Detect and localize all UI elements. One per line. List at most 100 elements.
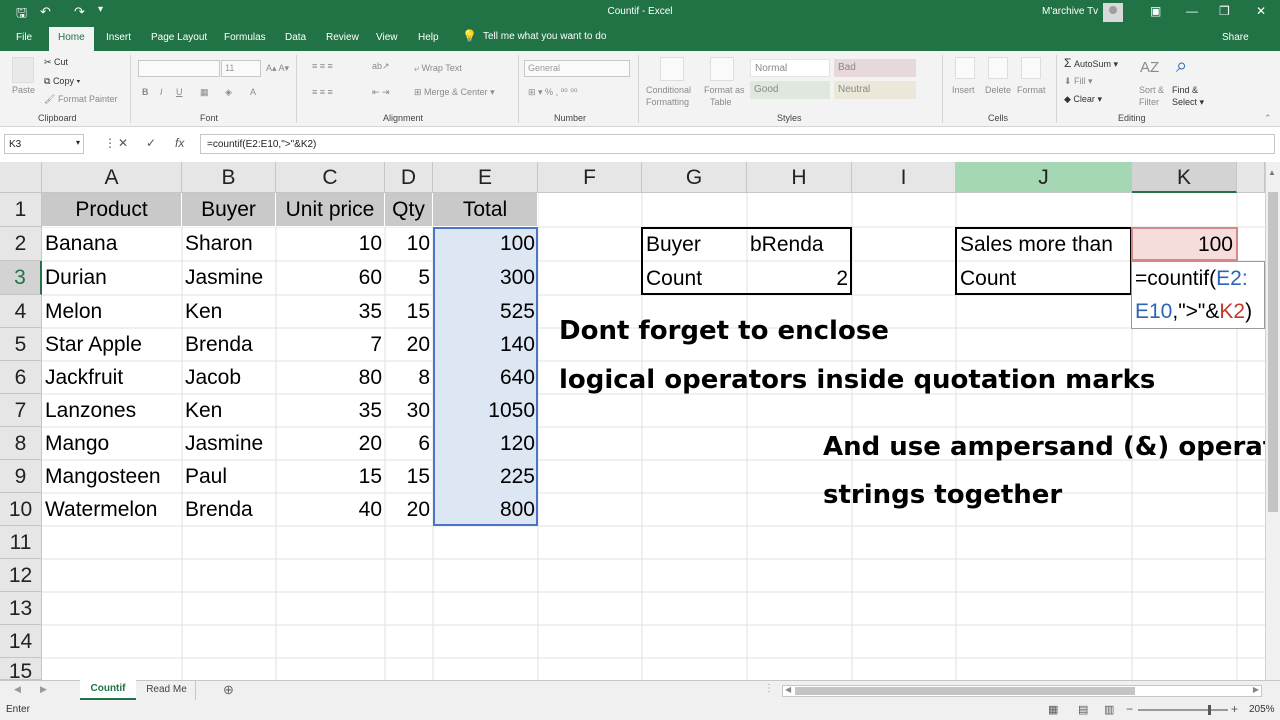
table-cell[interactable]: Paul [182, 460, 276, 493]
font-color-icon[interactable]: A [250, 87, 256, 97]
column-header[interactable]: H [747, 162, 852, 193]
row-header[interactable]: 1 [0, 193, 42, 227]
table-cell[interactable]: 60 [276, 261, 385, 295]
column-header[interactable]: I [852, 162, 956, 193]
sheet-prev-icon[interactable]: ◀ [14, 684, 21, 695]
format-as-table-button[interactable]: Format as [704, 85, 745, 95]
table-cell[interactable]: Ken [182, 295, 276, 328]
row-header[interactable]: 4 [0, 295, 42, 328]
row-header-active[interactable]: 3 [0, 261, 42, 295]
column-header[interactable]: C [276, 162, 385, 193]
wrap-text-button[interactable]: ⤶ Wrap Text [414, 63, 462, 74]
copy-button[interactable]: ⧉ Copy ▾ [44, 76, 80, 87]
column-header[interactable]: B [182, 162, 276, 193]
scrollbar-thumb[interactable] [1268, 192, 1278, 512]
table-cell[interactable]: 7 [276, 328, 385, 361]
tab-data[interactable]: Data [285, 32, 306, 43]
indent-icon[interactable]: ⇤ ⇥ [372, 87, 390, 98]
style-good[interactable]: Good [750, 81, 830, 99]
total-cell[interactable]: 300 [433, 261, 538, 295]
merge-center-button[interactable]: ⊞ Merge & Center ▾ [414, 87, 495, 98]
vertical-scrollbar[interactable]: ▲ [1265, 162, 1280, 680]
total-cell[interactable]: 640 [433, 361, 538, 394]
column-header[interactable]: A [42, 162, 182, 193]
avatar[interactable] [1103, 3, 1123, 22]
find-select-button[interactable]: Find & [1172, 85, 1198, 95]
orientation-icon[interactable]: ab↗ [372, 61, 390, 72]
table-cell[interactable]: Mangosteen [42, 460, 182, 493]
row-header[interactable]: 15 [0, 658, 42, 680]
share-button[interactable]: Share [1222, 32, 1249, 43]
tab-file[interactable]: File [16, 32, 32, 43]
select-all-corner[interactable] [0, 162, 42, 193]
zoom-slider-thumb[interactable] [1208, 705, 1211, 715]
table-cell[interactable]: 20 [385, 493, 433, 526]
scroll-left-icon[interactable]: ◀ [785, 685, 791, 694]
table-header-cell[interactable]: Total [433, 193, 538, 227]
row-header[interactable]: 7 [0, 394, 42, 427]
sheet-next-icon[interactable]: ▶ [40, 684, 47, 695]
tab-view[interactable]: View [376, 32, 398, 43]
total-cell[interactable]: 140 [433, 328, 538, 361]
tab-review[interactable]: Review [326, 32, 359, 43]
table-cell[interactable]: Banana [42, 227, 182, 261]
zoom-slider[interactable] [1138, 705, 1228, 715]
table-cell[interactable]: 35 [276, 295, 385, 328]
user-name[interactable]: M'archive Tv [1042, 6, 1098, 17]
style-bad[interactable]: Bad [834, 59, 916, 77]
italic-button[interactable]: I [160, 87, 163, 97]
sales-value-cell[interactable]: 100 [1133, 227, 1236, 261]
tab-insert[interactable]: Insert [106, 32, 131, 43]
active-cell-editor[interactable]: =countif(E2: E10,">"&K2) [1131, 261, 1265, 329]
clear-button[interactable]: ◆ Clear ▾ [1064, 94, 1102, 105]
tab-formulas[interactable]: Formulas [224, 32, 266, 43]
maximize-icon[interactable]: ❐ [1219, 4, 1230, 18]
insert-cells-icon[interactable] [955, 57, 975, 79]
tell-me-search[interactable]: Tell me what you want to do [483, 31, 606, 42]
table-cell[interactable]: 6 [385, 427, 433, 460]
row-header[interactable]: 6 [0, 361, 42, 394]
underline-button[interactable]: U [176, 87, 183, 97]
style-normal[interactable]: Normal [750, 59, 830, 77]
table-cell[interactable]: 20 [385, 328, 433, 361]
column-header-active[interactable]: K [1132, 162, 1237, 193]
row-header[interactable]: 13 [0, 592, 42, 625]
row-header[interactable]: 8 [0, 427, 42, 460]
table-cell[interactable]: 40 [276, 493, 385, 526]
grow-font-icon[interactable]: A▴ A▾ [266, 63, 289, 74]
total-cell[interactable]: 120 [433, 427, 538, 460]
bold-button[interactable]: B [142, 87, 149, 97]
sheet-tab-read-me[interactable]: Read Me [138, 681, 196, 701]
table-header-cell[interactable]: Product [42, 193, 182, 227]
column-header-partial[interactable] [1237, 162, 1265, 193]
table-cell[interactable]: Watermelon [42, 493, 182, 526]
table-header-cell[interactable]: Buyer [182, 193, 276, 227]
count-label-cell[interactable]: Count [643, 261, 747, 295]
conditional-formatting-icon[interactable] [660, 57, 684, 81]
row-header[interactable]: 10 [0, 493, 42, 526]
column-header[interactable]: J [956, 162, 1132, 193]
table-cell[interactable]: Sharon [182, 227, 276, 261]
table-cell[interactable]: 15 [385, 295, 433, 328]
table-cell[interactable]: Jackfruit [42, 361, 182, 394]
tab-page-layout[interactable]: Page Layout [151, 32, 207, 43]
buyer-value-cell[interactable]: bRenda [747, 227, 851, 261]
column-header[interactable]: E [433, 162, 538, 193]
scrollbar-thumb[interactable] [795, 687, 1135, 695]
format-cells-icon[interactable] [1021, 57, 1041, 79]
buyer-label-cell[interactable]: Buyer [643, 227, 747, 261]
column-header[interactable]: F [538, 162, 642, 193]
table-cell[interactable]: Mango [42, 427, 182, 460]
insert-cells-button[interactable]: Insert [952, 85, 975, 95]
find-icon[interactable]: ⌕ [1176, 55, 1187, 78]
paste-button[interactable]: Paste [12, 85, 35, 95]
table-cell[interactable]: 10 [385, 227, 433, 261]
normal-view-icon[interactable]: ▦ [1048, 703, 1058, 716]
table-cell[interactable]: 8 [385, 361, 433, 394]
style-neutral[interactable]: Neutral [834, 81, 916, 99]
fill-color-icon[interactable]: ◈ [225, 87, 232, 98]
delete-cells-button[interactable]: Delete [985, 85, 1011, 95]
row-header[interactable]: 5 [0, 328, 42, 361]
fill-button[interactable]: ⬇ Fill ▾ [1064, 76, 1093, 87]
count-label-cell[interactable]: Count [957, 261, 1131, 295]
